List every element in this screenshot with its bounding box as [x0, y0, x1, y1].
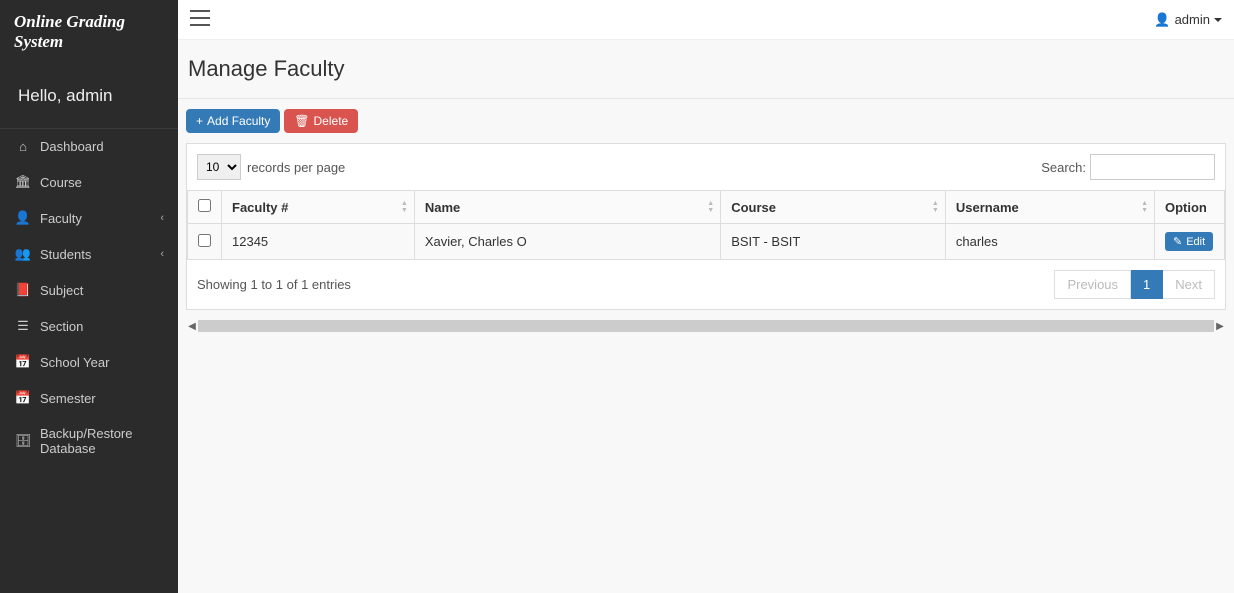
row-checkbox[interactable]	[198, 234, 211, 247]
scroll-right-icon[interactable]: ▶	[1214, 321, 1226, 332]
search-input[interactable]	[1090, 154, 1215, 180]
sidebar-item-faculty[interactable]: 👤 Faculty ‹	[0, 200, 178, 236]
page-length-suffix: records per page	[247, 160, 345, 175]
sidebar-item-label: Dashboard	[40, 139, 164, 154]
cell-facultyno: 12345	[222, 224, 415, 260]
pencil-icon: ✎	[1173, 235, 1182, 248]
sidebar: Online Grading System Hello, admin ⌂ Das…	[0, 0, 178, 593]
institution-icon: 🏛	[14, 174, 32, 190]
user-icon: 👤	[14, 210, 32, 226]
column-header-name[interactable]: Name ▲▼	[414, 191, 720, 224]
calendar-icon: 📅	[14, 354, 32, 370]
sort-icon: ▲▼	[707, 200, 714, 214]
pagination: Previous 1 Next	[1054, 270, 1215, 299]
horizontal-scrollbar[interactable]: ◀ ▶	[186, 318, 1226, 334]
cell-name: Xavier, Charles O	[414, 224, 720, 260]
faculty-table: Faculty # ▲▼ Name ▲▼ Course ▲▼ Username …	[187, 190, 1225, 260]
chevron-left-icon: ‹	[160, 248, 164, 260]
pagination-page-1[interactable]: 1	[1131, 270, 1163, 299]
action-bar: + Add Faculty 🗑 Delete	[178, 99, 1234, 143]
menu-icon	[190, 10, 210, 26]
cell-username: charles	[945, 224, 1154, 260]
column-header-username[interactable]: Username ▲▼	[945, 191, 1154, 224]
data-panel: 10 records per page Search: Faculty # ▲▼	[186, 143, 1226, 310]
user-menu[interactable]: 👤 admin	[1154, 12, 1222, 28]
add-faculty-label: Add Faculty	[207, 114, 270, 128]
sidebar-item-students[interactable]: 👥 Students ‹	[0, 236, 178, 272]
sidebar-item-dashboard[interactable]: ⌂ Dashboard	[0, 129, 178, 164]
pagination-previous[interactable]: Previous	[1054, 270, 1131, 299]
column-header-checkbox	[188, 191, 222, 224]
page-title: Manage Faculty	[178, 40, 1234, 99]
sidebar-item-subject[interactable]: 📕 Subject	[0, 272, 178, 308]
chevron-left-icon: ‹	[160, 212, 164, 224]
sidebar-item-schoolyear[interactable]: 📅 School Year	[0, 344, 178, 380]
sidebar-item-label: Semester	[40, 391, 164, 406]
table-toolbar: 10 records per page Search:	[187, 144, 1225, 190]
sort-icon: ▲▼	[932, 200, 939, 214]
sidebar-item-label: Subject	[40, 283, 164, 298]
caret-down-icon	[1214, 18, 1222, 22]
sidebar-item-label: Students	[40, 247, 160, 262]
book-icon: 📕	[14, 282, 32, 298]
trash-icon: 🗑	[294, 114, 309, 128]
sidebar-item-course[interactable]: 🏛 Course	[0, 164, 178, 200]
table-info: Showing 1 to 1 of 1 entries	[197, 277, 351, 292]
edit-label: Edit	[1186, 236, 1205, 248]
database-icon: 🗄	[14, 433, 32, 449]
sidebar-item-label: School Year	[40, 355, 164, 370]
brand-title: Online Grading System	[0, 0, 178, 64]
add-faculty-button[interactable]: + Add Faculty	[186, 109, 280, 133]
students-icon: 👥	[14, 246, 32, 262]
sidebar-item-label: Faculty	[40, 211, 160, 226]
scroll-left-icon[interactable]: ◀	[186, 321, 198, 332]
menu-toggle-button[interactable]	[190, 10, 210, 29]
topbar: 👤 admin	[178, 0, 1234, 40]
dashboard-icon: ⌂	[14, 139, 32, 154]
search-label: Search:	[1041, 160, 1086, 175]
sort-icon: ▲▼	[1141, 200, 1148, 214]
calendar-icon: 📅	[14, 390, 32, 406]
sort-icon: ▲▼	[401, 200, 408, 214]
table-footer: Showing 1 to 1 of 1 entries Previous 1 N…	[187, 260, 1225, 309]
sidebar-item-label: Backup/Restore Database	[40, 426, 164, 456]
list-icon: ☰	[14, 318, 32, 334]
person-icon: 👤	[1154, 12, 1170, 28]
sidebar-item-backup[interactable]: 🗄 Backup/Restore Database	[0, 416, 178, 466]
edit-button[interactable]: ✎ Edit	[1165, 232, 1213, 251]
delete-label: Delete	[314, 114, 349, 128]
sidebar-item-label: Section	[40, 319, 164, 334]
sidebar-item-section[interactable]: ☰ Section	[0, 308, 178, 344]
sidebar-item-label: Course	[40, 175, 164, 190]
plus-icon: +	[196, 114, 203, 128]
cell-course: BSIT - BSIT	[721, 224, 946, 260]
greeting-text: Hello, admin	[0, 64, 178, 129]
content-area: Manage Faculty + Add Faculty 🗑 Delete 10…	[178, 0, 1234, 334]
delete-button[interactable]: 🗑 Delete	[284, 109, 358, 133]
scroll-track[interactable]	[198, 320, 1214, 332]
column-header-facultyno[interactable]: Faculty # ▲▼	[222, 191, 415, 224]
column-header-course[interactable]: Course ▲▼	[721, 191, 946, 224]
column-header-option: Option	[1155, 191, 1225, 224]
page-length-select[interactable]: 10	[197, 154, 241, 180]
sidebar-item-semester[interactable]: 📅 Semester	[0, 380, 178, 416]
user-menu-label: admin	[1175, 12, 1210, 27]
pagination-next[interactable]: Next	[1163, 270, 1215, 299]
select-all-checkbox[interactable]	[198, 199, 211, 212]
table-row: 12345 Xavier, Charles O BSIT - BSIT char…	[188, 224, 1225, 260]
